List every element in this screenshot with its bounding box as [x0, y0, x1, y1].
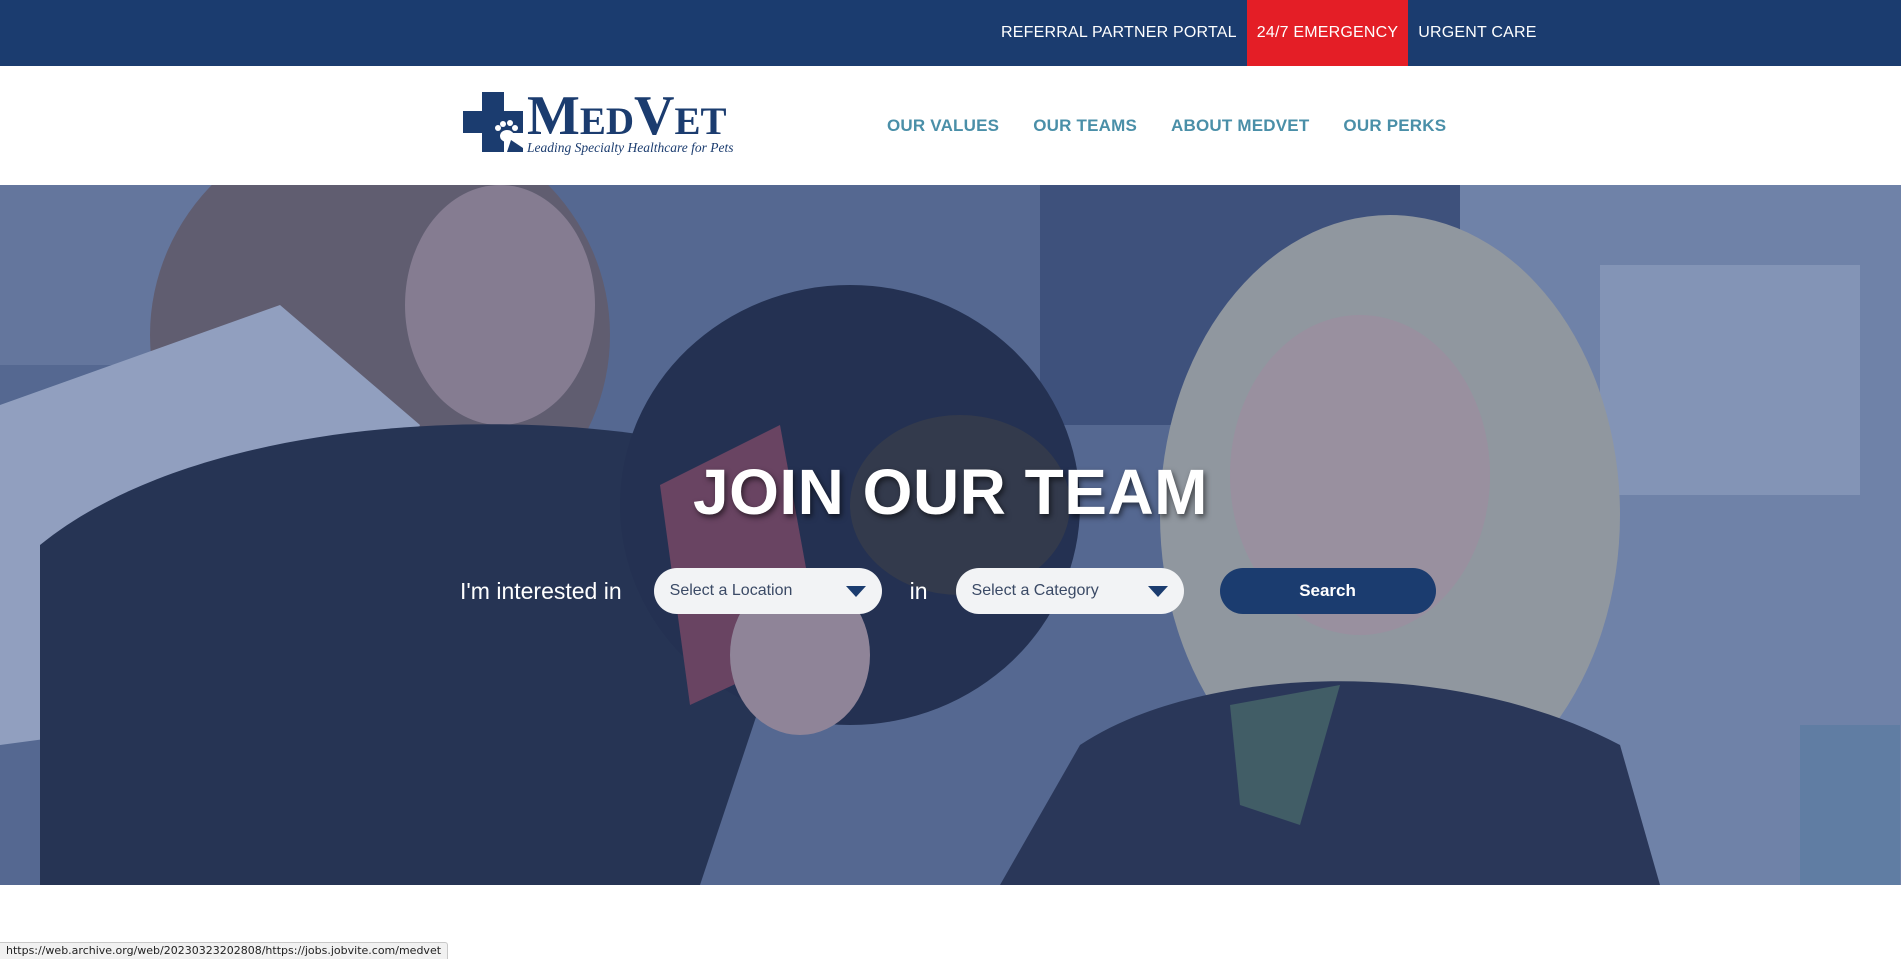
utility-bar: REFERRAL PARTNER PORTAL 24/7 EMERGENCY U… — [0, 0, 1901, 66]
main-nav: OUR VALUES OUR TEAMS ABOUT MEDVET OUR PE… — [870, 66, 1463, 185]
hero-overlay — [0, 185, 1901, 885]
nav-our-values[interactable]: OUR VALUES — [870, 116, 1016, 136]
hero-title: JOIN OUR TEAM — [693, 456, 1208, 528]
urgent-care-link[interactable]: URGENT CARE — [1408, 0, 1546, 66]
location-select[interactable]: Select a Location — [653, 568, 882, 614]
brand-name: MedVet — [527, 85, 727, 147]
caret-down-icon — [845, 586, 866, 597]
job-search-form: I'm interested in Select a Location in S… — [460, 568, 1436, 614]
in-label: in — [909, 577, 928, 604]
category-select-value: Select a Category — [971, 582, 1099, 599]
location-select-value: Select a Location — [669, 582, 793, 599]
brand-tagline: Leading Specialty Healthcare for Pets — [527, 140, 734, 155]
nav-about-medvet[interactable]: ABOUT MEDVET — [1154, 116, 1326, 136]
caret-down-icon — [1147, 586, 1168, 597]
nav-our-perks[interactable]: OUR PERKS — [1326, 116, 1463, 136]
utility-links: REFERRAL PARTNER PORTAL 24/7 EMERGENCY U… — [991, 0, 1547, 66]
interest-label: I'm interested in — [460, 577, 622, 604]
medvet-logo[interactable]: MedVet Leading Specialty Healthcare for … — [463, 86, 753, 156]
search-button[interactable]: Search — [1219, 568, 1436, 614]
medvet-paw-cross-logo-icon — [463, 92, 523, 152]
emergency-link[interactable]: 24/7 EMERGENCY — [1246, 0, 1409, 66]
category-select[interactable]: Select a Category — [955, 568, 1184, 614]
nav-our-teams[interactable]: OUR TEAMS — [1016, 116, 1154, 136]
status-bar-url: https://web.archive.org/web/202303232028… — [0, 942, 449, 959]
hero-banner: JOIN OUR TEAM I'm interested in Select a… — [0, 185, 1901, 885]
referral-partner-portal-link[interactable]: REFERRAL PARTNER PORTAL — [991, 0, 1247, 66]
site-header: MedVet Leading Specialty Healthcare for … — [0, 66, 1901, 185]
